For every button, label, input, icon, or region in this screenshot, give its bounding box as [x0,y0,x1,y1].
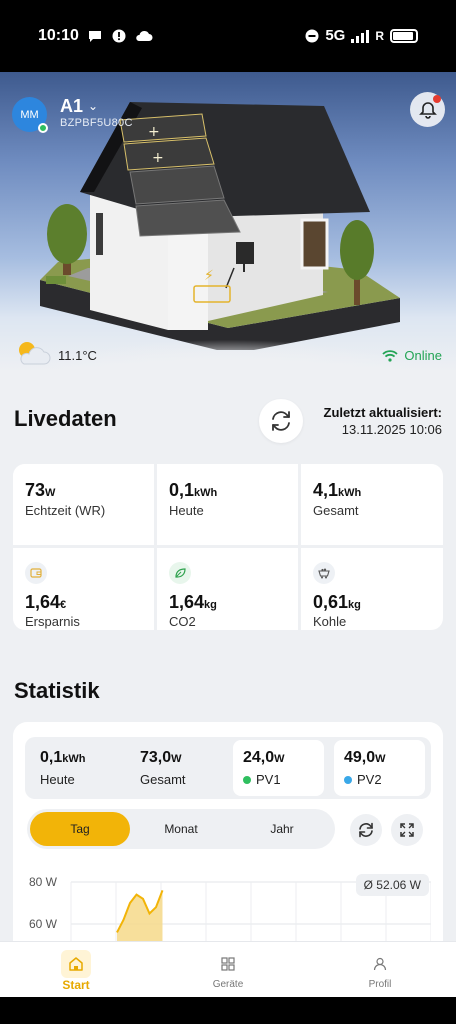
svg-text:+: + [152,150,164,166]
today-value: 0,1kWh [40,749,86,766]
metric-label: Heute [169,503,204,518]
metric-label: Gesamt [313,503,359,518]
signal-icon [351,29,370,43]
person-icon [365,950,395,978]
tab-year[interactable]: Jahr [232,812,332,846]
chat-notification-icon [89,31,101,42]
pv1-legend-dot [243,776,251,784]
pv1-box: 24,0W PV1 [233,740,324,796]
fullscreen-button[interactable] [391,814,423,846]
grid-icon [213,950,243,978]
svg-text:+: + [148,124,160,140]
refresh-button[interactable] [259,399,303,443]
expand-icon [400,823,414,837]
period-selector: Tag Monat Jahr [27,809,335,849]
pv2-value: 49,0W [344,749,386,766]
status-bar: 10:10 5G R [0,0,456,72]
metric-coal: 0,61kg Kohle [301,548,442,629]
metric-value: 0,1kWh [169,480,218,500]
network-type: 5G [325,27,346,44]
bell-icon [418,101,437,119]
tab-label: Profil [368,979,392,990]
home-screen: + + ⚡ MM A1 ⌄ BZPBF5U80C 11.1°C Online L… [0,72,456,1024]
home-icon [61,950,91,978]
wallet-icon [25,562,47,584]
metric-today: 0,1kWh Heute [157,464,298,545]
cloud-notification-icon [136,30,153,41]
grid-divider [13,545,443,548]
device-id: BZPBF5U80C [60,117,133,129]
pv2-legend-dot [344,776,352,784]
metric-label: CO2 [169,614,196,629]
refresh-icon [272,411,290,431]
today-label: Heute [40,772,75,787]
metric-value: 0,61kg [313,592,361,612]
partly-sunny-icon [19,342,51,365]
system-nav-bar [0,997,456,1024]
temperature: 11.1°C [58,348,97,363]
metric-realtime: 73W Echtzeit (WR) [13,464,154,545]
metric-value: 73W [25,480,56,500]
tab-devices[interactable]: Geräte [152,942,304,998]
y-tick-label: 80 W [29,875,58,889]
status-time: 10:10 [38,27,79,44]
metric-value: 1,64€ [25,592,67,612]
notification-badge [433,95,441,103]
metric-savings: 1,64€ Ersparnis [13,548,154,629]
status-right: 5G R [305,27,418,44]
metric-value: 1,64kg [169,592,217,612]
live-metrics-grid: 73W Echtzeit (WR) 0,1kWh Heute 4,1kWh Ge… [13,464,443,630]
metric-total: 4,1kWh Gesamt [301,464,442,545]
tab-day[interactable]: Tag [30,812,130,846]
average-badge: Ø 52.06 W [355,874,429,896]
pv2-label: PV2 [344,772,382,787]
refresh-icon [359,822,373,838]
tab-label: Start [62,978,90,992]
coal-cart-icon [313,562,335,584]
roaming-indicator: R [375,28,384,43]
last-updated-label: Zuletzt aktualisiert: [323,405,442,420]
avatar-online-dot [38,123,48,133]
chevron-down-icon[interactable]: ⌄ [88,99,98,113]
y-tick-label: 60 W [29,917,58,931]
leaf-icon [169,562,191,584]
metric-label: Kohle [313,614,347,629]
pv1-label: PV1 [243,772,281,787]
alert-notification-icon [112,29,126,43]
connection-status: Online [382,348,442,363]
metric-value: 4,1kWh [313,480,362,500]
tab-profile[interactable]: Profil [304,942,456,998]
live-data-title: Livedaten [14,406,117,431]
total-label: Gesamt [140,772,186,787]
device-name[interactable]: A1 [60,96,83,117]
tab-month[interactable]: Monat [131,812,231,846]
tab-label: Geräte [212,979,244,990]
statistics-title: Statistik [14,678,100,703]
dnd-icon [305,29,319,42]
metric-co2: 1,64kg CO2 [157,548,298,629]
last-updated-time: 13.11.2025 10:06 [341,422,442,437]
online-label: Online [404,348,442,363]
pv1-value: 24,0W [243,749,285,766]
total-value: 73,0W [140,749,182,766]
wifi-icon [382,349,399,362]
chart-refresh-button[interactable] [350,814,382,846]
tab-start[interactable]: Start [0,942,152,998]
pv2-box: 49,0W PV2 [334,740,425,796]
bottom-tab-bar: Start Geräte Profil [0,941,456,997]
metric-label: Ersparnis [25,614,80,629]
metric-label: Echtzeit (WR) [25,503,106,518]
battery-icon [390,28,418,43]
statistics-summary: 0,1kWh Heute 73,0W Gesamt 24,0W PV1 49,0… [25,737,431,799]
